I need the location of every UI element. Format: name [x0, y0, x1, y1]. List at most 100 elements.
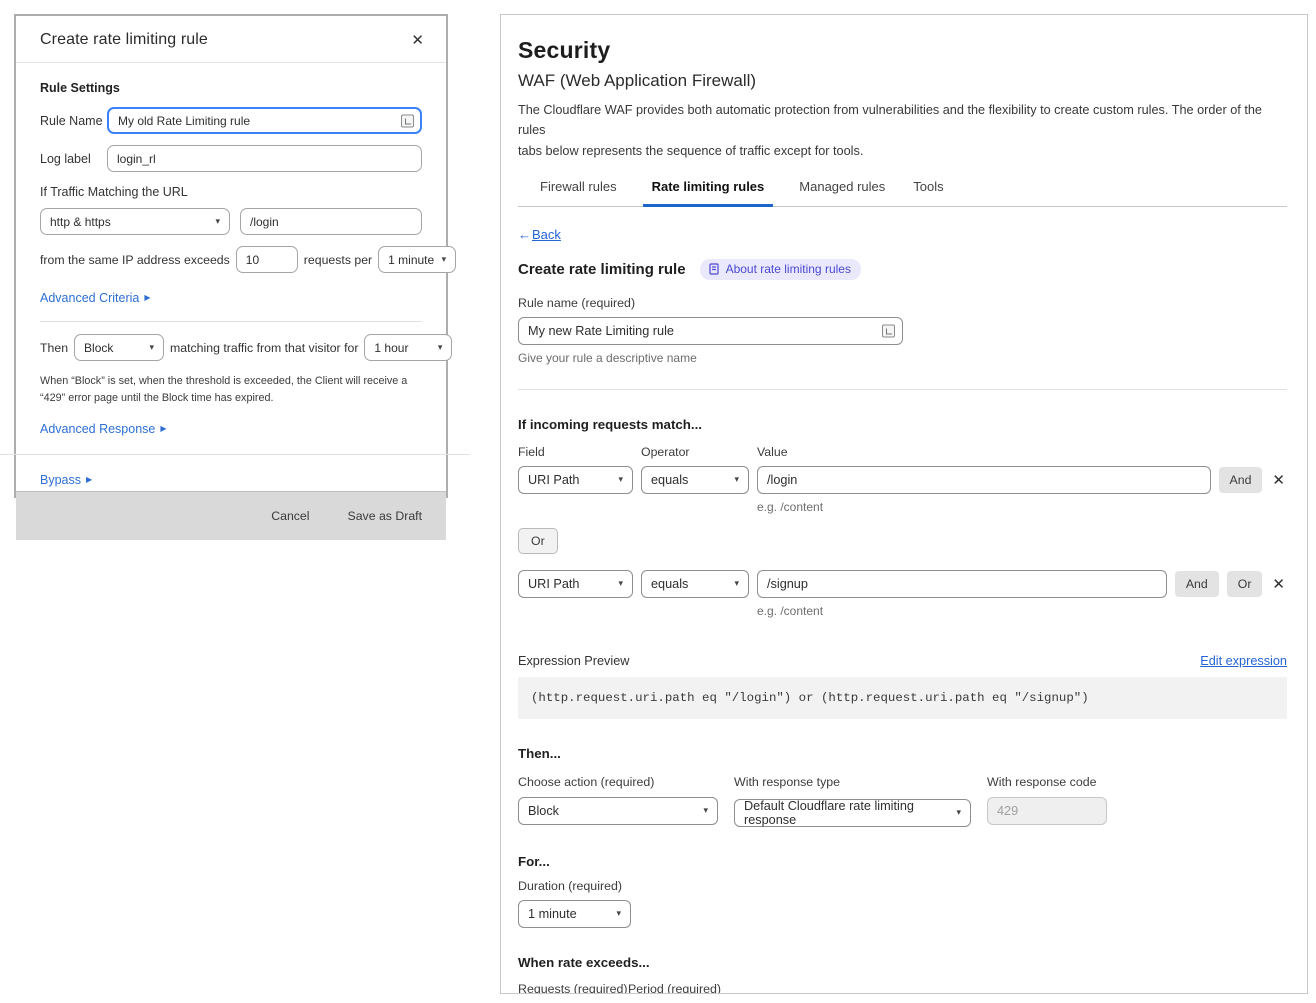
threshold-input[interactable]: [236, 246, 298, 273]
and-button-row1[interactable]: And: [1219, 467, 1263, 493]
field-select-2[interactable]: URI Path ▾: [518, 570, 633, 598]
legacy-duration-select[interactable]: 1 hour ▾: [364, 334, 452, 361]
matching-traffic-text: matching traffic from that visitor for: [170, 341, 358, 355]
value-input-1[interactable]: [757, 466, 1211, 494]
caret-down-icon: ▾: [438, 343, 443, 352]
section-divider: [518, 389, 1287, 390]
caret-down-icon: ▾: [618, 475, 623, 484]
document-icon: [708, 263, 720, 275]
legacy-rate-limiting-dialog: Create rate limiting rule ✕ Rule Setting…: [14, 14, 448, 498]
legacy-action-value: Block: [84, 341, 113, 355]
about-rate-limiting-badge[interactable]: About rate limiting rules: [700, 259, 861, 280]
tab-tools[interactable]: Tools: [911, 179, 945, 207]
back-link[interactable]: ←Back: [518, 227, 561, 242]
scheme-select[interactable]: http & https ▾: [40, 208, 230, 235]
bypass-label: Bypass: [40, 473, 81, 487]
caret-down-icon: ▾: [734, 475, 739, 484]
close-icon[interactable]: ✕: [411, 33, 424, 48]
match-row-1: URI Path ▾ equals ▾ And ✕: [518, 466, 1287, 494]
bypass-link[interactable]: Bypass ▶: [40, 473, 92, 487]
rule-name-help-text: Give your rule a descriptive name: [518, 351, 1287, 365]
rate-section-title: When rate exceeds...: [518, 955, 1287, 970]
advanced-response-link[interactable]: Advanced Response ▶: [40, 422, 167, 436]
scheme-select-value: http & https: [50, 215, 111, 229]
action-select[interactable]: Block ▾: [518, 797, 718, 825]
rule-name-new-wrap: [518, 317, 903, 345]
dialog-header: Create rate limiting rule ✕: [16, 16, 446, 63]
advanced-criteria-label: Advanced Criteria: [40, 291, 139, 305]
caret-down-icon: ▾: [616, 909, 621, 918]
screenshot-stage: Create rate limiting rule ✕ Rule Setting…: [0, 0, 1316, 1003]
operator-select-2-value: equals: [651, 577, 688, 591]
remove-row-icon[interactable]: ✕: [1270, 575, 1287, 593]
choose-action-column: Choose action (required) Block ▾: [518, 763, 718, 827]
about-badge-label: About rate limiting rules: [726, 262, 851, 276]
or-button-row2[interactable]: Or: [1227, 571, 1263, 597]
legacy-duration-value: 1 hour: [374, 341, 408, 355]
or-connector-button[interactable]: Or: [518, 528, 558, 554]
duration-select-value: 1 minute: [528, 907, 577, 921]
log-label-row: Log label: [40, 145, 422, 172]
caret-down-icon: ▾: [703, 806, 708, 815]
legacy-period-select[interactable]: 1 minute ▾: [378, 246, 456, 273]
field-select-2-value: URI Path: [528, 577, 579, 591]
tab-managed-rules[interactable]: Managed rules: [797, 179, 887, 207]
duration-select[interactable]: 1 minute ▾: [518, 900, 631, 928]
tab-firewall-rules[interactable]: Firewall rules: [538, 179, 619, 207]
and-button-row2[interactable]: And: [1175, 571, 1219, 597]
autofill-icon: [401, 114, 414, 127]
threshold-prefix-text: from the same IP address exceeds: [40, 253, 230, 267]
caret-down-icon: ▾: [956, 808, 961, 817]
page-description: The Cloudflare WAF provides both automat…: [518, 100, 1287, 161]
autofill-icon: [882, 324, 895, 337]
period-label: Period (required): [628, 982, 721, 994]
advanced-response-label: Advanced Response: [40, 422, 155, 436]
value-input-2[interactable]: [757, 570, 1167, 598]
form-title-row: Create rate limiting rule About rate lim…: [518, 259, 1287, 280]
traffic-match-label: If Traffic Matching the URL: [40, 185, 422, 199]
cancel-button[interactable]: Cancel: [271, 509, 309, 523]
then-row: Then Block ▾ matching traffic from that …: [40, 334, 422, 361]
caret-down-icon: ▾: [734, 579, 739, 588]
url-match-row: http & https ▾: [40, 208, 422, 235]
then-controls: Choose action (required) Block ▾ With re…: [518, 763, 1287, 827]
value-hint-1: e.g. /content: [757, 500, 1287, 514]
caret-down-icon: ▾: [442, 255, 447, 264]
rule-name-new-input[interactable]: [518, 317, 903, 345]
url-input[interactable]: [240, 208, 422, 235]
rule-name-label: Rule Name: [40, 114, 107, 128]
then-text: Then: [40, 341, 68, 355]
response-code-column: With response code: [987, 763, 1107, 827]
legacy-action-select[interactable]: Block ▾: [74, 334, 164, 361]
field-select-1-value: URI Path: [528, 473, 579, 487]
field-select-1[interactable]: URI Path ▾: [518, 466, 633, 494]
operator-select-2[interactable]: equals ▾: [641, 570, 749, 598]
form-title: Create rate limiting rule: [518, 261, 686, 278]
url-field-wrap: [240, 208, 422, 235]
expression-preview-code: (http.request.uri.path eq "/login") or (…: [518, 677, 1287, 719]
log-label-input[interactable]: [107, 145, 422, 172]
response-type-select[interactable]: Default Cloudflare rate limiting respons…: [734, 799, 971, 827]
caret-down-icon: ▾: [618, 579, 623, 588]
match-section-title: If incoming requests match...: [518, 417, 1287, 432]
save-draft-button[interactable]: Save as Draft: [348, 509, 423, 523]
arrow-left-icon: ←: [518, 227, 531, 242]
dialog-divider: [40, 321, 422, 322]
waf-panel: Security WAF (Web Application Firewall) …: [500, 14, 1308, 994]
rule-name-input[interactable]: [107, 107, 422, 134]
log-label-label: Log label: [40, 152, 107, 166]
dialog-footer: Cancel Save as Draft: [16, 491, 446, 540]
response-type-label: With response type: [734, 775, 971, 789]
operator-select-1[interactable]: equals ▾: [641, 466, 749, 494]
caret-down-icon: ▾: [150, 343, 155, 352]
advanced-criteria-link[interactable]: Advanced Criteria ▶: [40, 291, 151, 305]
response-code-input: [987, 797, 1107, 825]
edit-expression-link[interactable]: Edit expression: [1200, 654, 1287, 668]
tab-rate-limiting-rules[interactable]: Rate limiting rules: [643, 179, 774, 207]
choose-action-label: Choose action (required): [518, 775, 718, 789]
page-description-line2: tabs below represents the sequence of tr…: [518, 141, 1287, 161]
caret-down-icon: ▾: [215, 217, 220, 226]
rule-settings-heading: Rule Settings: [40, 81, 422, 95]
match-column-headers: Field Operator Value: [518, 445, 1287, 459]
remove-row-icon[interactable]: ✕: [1270, 471, 1287, 489]
